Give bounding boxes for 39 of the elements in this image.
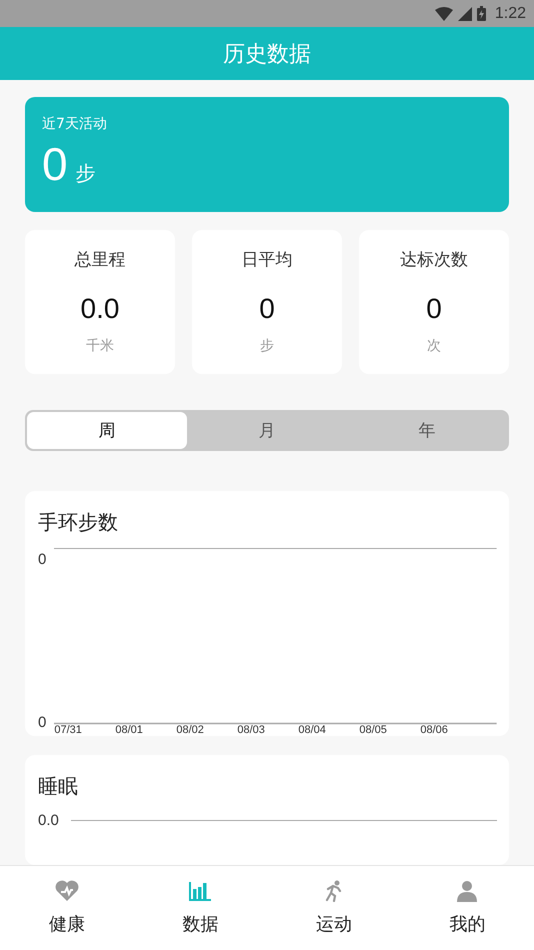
bar-chart-icon xyxy=(188,880,212,902)
wifi-icon xyxy=(434,6,453,20)
x-tick-label: 08/04 xyxy=(298,724,327,736)
chart-title: 手环步数 xyxy=(38,509,119,536)
chart-title: 睡眠 xyxy=(38,773,79,800)
stat-unit: 步 xyxy=(260,337,274,356)
nav-tab[interactable]: 我的 xyxy=(400,866,534,950)
signal-icon xyxy=(458,6,472,20)
x-tick-label: 08/03 xyxy=(237,724,266,736)
summary-label: 近7天活动 xyxy=(42,115,108,133)
stat-unit: 千米 xyxy=(86,337,114,356)
y-tick-label: 0.0 xyxy=(38,812,59,829)
page-title: 历史数据 xyxy=(223,40,311,68)
stat-value: 0 xyxy=(426,293,442,326)
nav-tab[interactable]: 数据 xyxy=(134,866,267,950)
person-icon xyxy=(455,880,480,902)
x-tick-label: 08/06 xyxy=(420,724,449,736)
status-time: 1:22 xyxy=(494,4,526,22)
stat-unit: 次 xyxy=(427,337,441,356)
summary-unit: 步 xyxy=(76,160,96,187)
stat-value: 0.0 xyxy=(80,293,120,326)
x-tick-label: 08/05 xyxy=(359,724,388,736)
y-tick-label: 0 xyxy=(38,714,46,731)
summary-value: 0 xyxy=(42,141,68,187)
stat-value: 0 xyxy=(259,293,275,326)
x-tick-label: 08/02 xyxy=(176,724,205,736)
stat-label: 日平均 xyxy=(242,249,292,272)
nav-tab[interactable]: 运动 xyxy=(267,866,400,950)
battery-icon xyxy=(476,6,486,21)
nav-tab[interactable]: 健康 xyxy=(0,866,134,950)
stat-label: 总里程 xyxy=(74,249,126,272)
period-tab[interactable]: 周 xyxy=(27,412,187,449)
period-tab[interactable]: 月 xyxy=(187,412,347,449)
y-tick-label: 0 xyxy=(38,551,46,568)
stat-label: 达标次数 xyxy=(400,249,468,272)
heart-icon xyxy=(54,880,79,902)
period-tab[interactable]: 年 xyxy=(347,412,507,449)
x-tick-label: 08/01 xyxy=(115,724,144,736)
x-tick-label: 07/31 xyxy=(54,724,83,736)
